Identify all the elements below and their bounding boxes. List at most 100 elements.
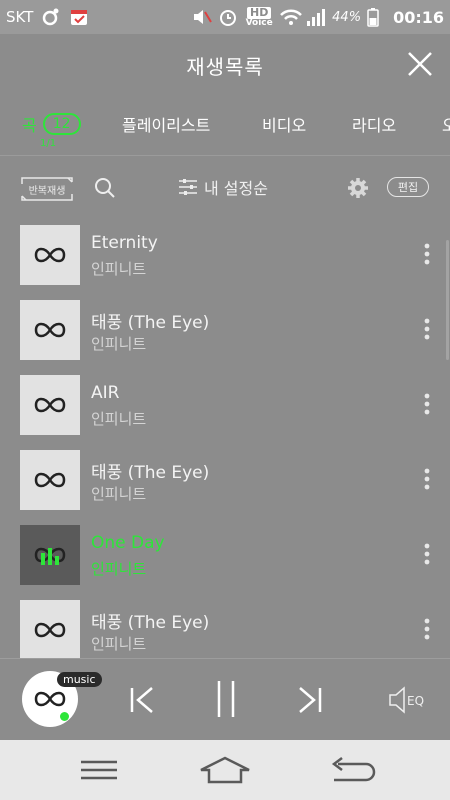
scrollbar[interactable] xyxy=(446,240,449,360)
skip-previous-icon xyxy=(130,687,153,713)
tab-songs[interactable]: 곡 12 xyxy=(22,112,81,136)
hd-voice-icon: HD Voice xyxy=(245,5,273,28)
album-art xyxy=(20,225,80,285)
menu-icon xyxy=(81,760,117,780)
song-title: 태풍 (The Eye) xyxy=(91,613,210,633)
more-vertical-icon xyxy=(424,543,430,565)
sort-label: 내 설정순 xyxy=(204,179,268,198)
menu-button[interactable] xyxy=(75,756,123,784)
song-artist: 인피니트 xyxy=(91,335,147,353)
pause-button[interactable] xyxy=(214,679,238,719)
tab-radio[interactable]: 라디오 xyxy=(352,112,396,136)
more-options-button[interactable] xyxy=(420,317,434,341)
infinity-logo-icon xyxy=(34,691,66,707)
tab-video[interactable]: 비디오 xyxy=(262,112,306,136)
more-vertical-icon xyxy=(424,393,430,415)
album-art xyxy=(20,375,80,435)
song-row[interactable]: 태풍 (The Eye) 인피니트 xyxy=(0,293,450,368)
more-vertical-icon xyxy=(424,468,430,490)
settings-button[interactable] xyxy=(347,177,369,199)
song-row[interactable]: 태풍 (The Eye) 인피니트 xyxy=(0,593,450,658)
tab-songs-label: 곡 xyxy=(22,116,37,135)
equalizer-button[interactable]: EQ xyxy=(388,685,428,715)
more-options-button[interactable] xyxy=(420,617,434,641)
song-page-indicator: 1/1 xyxy=(40,138,57,149)
carrier-label: SKT xyxy=(6,8,34,26)
battery-charging-icon xyxy=(367,7,387,27)
signal-icon xyxy=(306,7,326,27)
song-title: AIR xyxy=(91,383,120,403)
mini-player: music EQ xyxy=(0,658,450,740)
song-title: One Day xyxy=(91,533,165,553)
list-toolbar: 반복재생 내 설정순 편집 xyxy=(0,158,450,218)
album-art xyxy=(20,525,80,585)
search-button[interactable] xyxy=(94,177,116,199)
song-row[interactable]: Eternity 인피니트 xyxy=(0,218,450,293)
song-title: 태풍 (The Eye) xyxy=(91,463,210,483)
repeat-label: 반복재생 xyxy=(28,186,66,197)
calendar-check-icon xyxy=(69,7,89,27)
more-options-button[interactable] xyxy=(420,242,434,266)
more-vertical-icon xyxy=(424,618,430,640)
song-artist: 인피니트 xyxy=(91,260,147,278)
infinity-logo-icon xyxy=(34,322,66,338)
progress-dot xyxy=(60,712,69,721)
song-artist: 인피니트 xyxy=(91,410,147,428)
more-options-button[interactable] xyxy=(420,542,434,566)
previous-button[interactable] xyxy=(128,685,156,715)
edit-button[interactable]: 편집 xyxy=(387,177,429,197)
album-art xyxy=(20,600,80,658)
battery-level: 44% xyxy=(332,9,362,25)
home-icon xyxy=(200,756,250,784)
song-title: 태풍 (The Eye) xyxy=(91,313,210,333)
clock: 00:16 xyxy=(393,7,444,27)
gear-icon xyxy=(348,178,368,198)
notification-icon xyxy=(41,7,61,27)
infinity-logo-icon xyxy=(34,397,66,413)
close-icon xyxy=(408,52,432,76)
song-row-now-playing[interactable]: One Day 인피니트 xyxy=(0,518,450,593)
more-vertical-icon xyxy=(424,318,430,340)
more-options-button[interactable] xyxy=(420,467,434,491)
infinity-logo-icon xyxy=(34,622,66,638)
song-list: Eternity 인피니트 태풍 (The Eye) 인피니트 AIR 인피니트… xyxy=(0,218,450,658)
wifi-icon xyxy=(280,7,303,27)
song-artist: 인피니트 xyxy=(91,635,147,653)
equalizer-playing-icon xyxy=(41,548,59,565)
system-nav-bar xyxy=(0,740,450,800)
more-options-button[interactable] xyxy=(420,392,434,416)
sliders-icon xyxy=(179,179,197,195)
more-vertical-icon xyxy=(424,243,430,265)
close-button[interactable] xyxy=(406,50,434,78)
infinity-logo-icon xyxy=(34,472,66,488)
page-title: 재생목록 xyxy=(186,54,264,79)
album-art xyxy=(20,450,80,510)
sort-button[interactable]: 내 설정순 xyxy=(178,175,268,199)
home-button[interactable] xyxy=(199,756,250,784)
next-button[interactable] xyxy=(296,685,324,715)
album-art xyxy=(20,300,80,360)
back-icon xyxy=(331,757,376,782)
search-icon xyxy=(95,178,115,198)
back-button[interactable] xyxy=(328,756,376,784)
song-row[interactable]: 태풍 (The Eye) 인피니트 xyxy=(0,443,450,518)
alarm-icon xyxy=(218,7,238,27)
eq-label: EQ xyxy=(407,694,424,708)
tab-bar: 곡 12 1/1 플레이리스트 비디오 라디오 오 xyxy=(0,96,450,156)
header: 재생목록 xyxy=(0,34,450,96)
music-badge: music xyxy=(57,672,102,687)
song-title: Eternity xyxy=(91,233,158,253)
song-artist: 인피니트 xyxy=(91,485,147,503)
repeat-button[interactable]: 반복재생 xyxy=(20,176,74,202)
tab-overflow[interactable]: 오 xyxy=(442,112,450,136)
skip-next-icon xyxy=(299,687,322,713)
tab-playlist[interactable]: 플레이리스트 xyxy=(122,112,210,136)
mute-icon xyxy=(192,7,213,27)
song-row[interactable]: AIR 인피니트 xyxy=(0,368,450,443)
song-artist: 인피니트 xyxy=(91,560,147,578)
infinity-logo-icon xyxy=(34,247,66,263)
song-count-badge: 12 xyxy=(42,113,81,135)
status-bar: SKT HD Voice 44% 00:16 xyxy=(0,0,450,34)
speaker-eq-icon: EQ xyxy=(389,686,424,714)
pause-icon xyxy=(217,681,235,717)
